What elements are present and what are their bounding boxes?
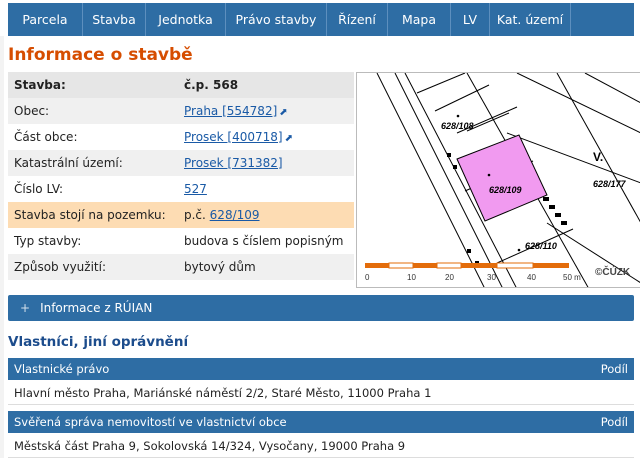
ku-label: Katastrální území: [8, 150, 178, 176]
parcel-label-109: 628/109 [489, 185, 522, 195]
info-row-lv: Číslo LV: 527 [8, 176, 354, 202]
scale-50: 50 m [563, 273, 581, 282]
obec-cell: Praha [554782] ⬈ [178, 98, 354, 124]
info-row-pozemek: Stavba stojí na pozemku: p.č. 628/109 [8, 202, 354, 228]
info-row-ku: Katastrální území: Prosek [731382] [8, 150, 354, 176]
parcel-label-110: 628/110 [525, 241, 557, 251]
info-row-vyuziti: Způsob využití: bytový dům [8, 254, 354, 280]
nav-parcela[interactable]: Parcela [8, 3, 83, 36]
lv-cell: 527 [178, 176, 354, 202]
external-link-icon[interactable]: ⬈ [279, 107, 287, 118]
stavba-label: Stavba: [8, 72, 178, 98]
cast-obce-label: Část obce: [8, 124, 178, 150]
nav-kat-uzemi[interactable]: Kat. území [490, 3, 571, 36]
map-copyright: ©ČÚZK [595, 265, 631, 278]
section-header-vlastnicke-pravo: Vlastnické právo Podíl [8, 358, 634, 380]
parcel-label-177: 628/177 [593, 179, 627, 189]
ku-cell: Prosek [731382] [178, 150, 354, 176]
top-navigation: Parcela Stavba Jednotka Právo stavby Říz… [0, 0, 640, 36]
scale-10: 10 [407, 273, 416, 282]
scale-bar: 0 10 20 30 40 50 m [365, 262, 581, 282]
info-row-typ: Typ stavby: budova s číslem popisným [8, 228, 354, 254]
ruian-expander[interactable]: + Informace z RÚIAN [8, 295, 634, 321]
info-row-obec: Obec: Praha [554782] ⬈ [8, 98, 354, 124]
lv-label: Číslo LV: [8, 176, 178, 202]
nav-lv[interactable]: LV [451, 3, 490, 36]
obec-label: Obec: [8, 98, 178, 124]
owner-row: Městská část Praha 9, Sokolovská 14/324,… [8, 434, 634, 458]
cadastral-map[interactable]: 628/108 628/109 628/110 628/177 V. 0 10 … [356, 72, 640, 288]
parcel-highlight[interactable] [456, 134, 548, 222]
ruian-label: Informace z RÚIAN [40, 301, 153, 315]
typ-value: budova s číslem popisným [178, 228, 354, 254]
scale-30: 30 [487, 273, 496, 282]
nav-stavba[interactable]: Stavba [83, 3, 146, 36]
scale-20: 20 [445, 273, 454, 282]
plus-icon: + [20, 301, 31, 315]
typ-label: Typ stavby: [8, 228, 178, 254]
nav-mapa[interactable]: Mapa [388, 3, 451, 36]
obec-link[interactable]: Praha [554782] [184, 104, 277, 118]
nav-filler [571, 3, 634, 36]
stavba-value: č.p. 568 [178, 72, 354, 98]
map-canvas: 628/108 628/109 628/110 628/177 V. 0 10 … [365, 73, 640, 287]
pozemek-prefix: p.č. [184, 208, 206, 222]
vyuziti-value: bytový dům [178, 254, 354, 280]
owner-row: Hlavní město Praha, Mariánské náměstí 2/… [8, 381, 634, 405]
map-letter: V. [593, 150, 603, 164]
section-col-podil: Podíl [600, 415, 628, 429]
section-title: Svěřená správa nemovitostí ve vlastnictv… [14, 415, 287, 429]
info-row-stavba: Stavba: č.p. 568 [8, 72, 354, 98]
vyuziti-label: Způsob využití: [8, 254, 178, 280]
lv-link[interactable]: 527 [184, 182, 207, 196]
scale-0: 0 [365, 273, 370, 282]
section-header-sverena-sprava: Svěřená správa nemovitostí ve vlastnictv… [8, 411, 634, 433]
section-col-podil: Podíl [600, 362, 628, 376]
pozemek-cell: p.č. 628/109 [178, 202, 354, 228]
page-title: Informace o stavbě [8, 45, 193, 65]
info-row-cast-obce: Část obce: Prosek [400718] ⬈ [8, 124, 354, 150]
nav-bar: Parcela Stavba Jednotka Právo stavby Říz… [8, 3, 634, 36]
pozemek-label: Stavba stojí na pozemku: [8, 202, 178, 228]
cast-obce-cell: Prosek [400718] ⬈ [178, 124, 354, 150]
cast-obce-link[interactable]: Prosek [400718] [184, 130, 283, 144]
parcel-label-108: 628/108 [441, 121, 474, 131]
left-edge [0, 36, 4, 458]
scale-40: 40 [527, 273, 536, 282]
building-info-table: Stavba: č.p. 568 Obec: Praha [554782] ⬈ Č… [8, 72, 354, 280]
nav-jednotka[interactable]: Jednotka [146, 3, 226, 36]
nav-rizeni[interactable]: Řízení [327, 3, 388, 36]
owners-heading: Vlastníci, jiní oprávnění [8, 334, 189, 350]
pozemek-link[interactable]: 628/109 [210, 208, 260, 222]
external-link-icon[interactable]: ⬈ [285, 133, 293, 144]
section-title: Vlastnické právo [14, 362, 110, 376]
ku-link[interactable]: Prosek [731382] [184, 156, 283, 170]
nav-pravo-stavby[interactable]: Právo stavby [226, 3, 327, 36]
